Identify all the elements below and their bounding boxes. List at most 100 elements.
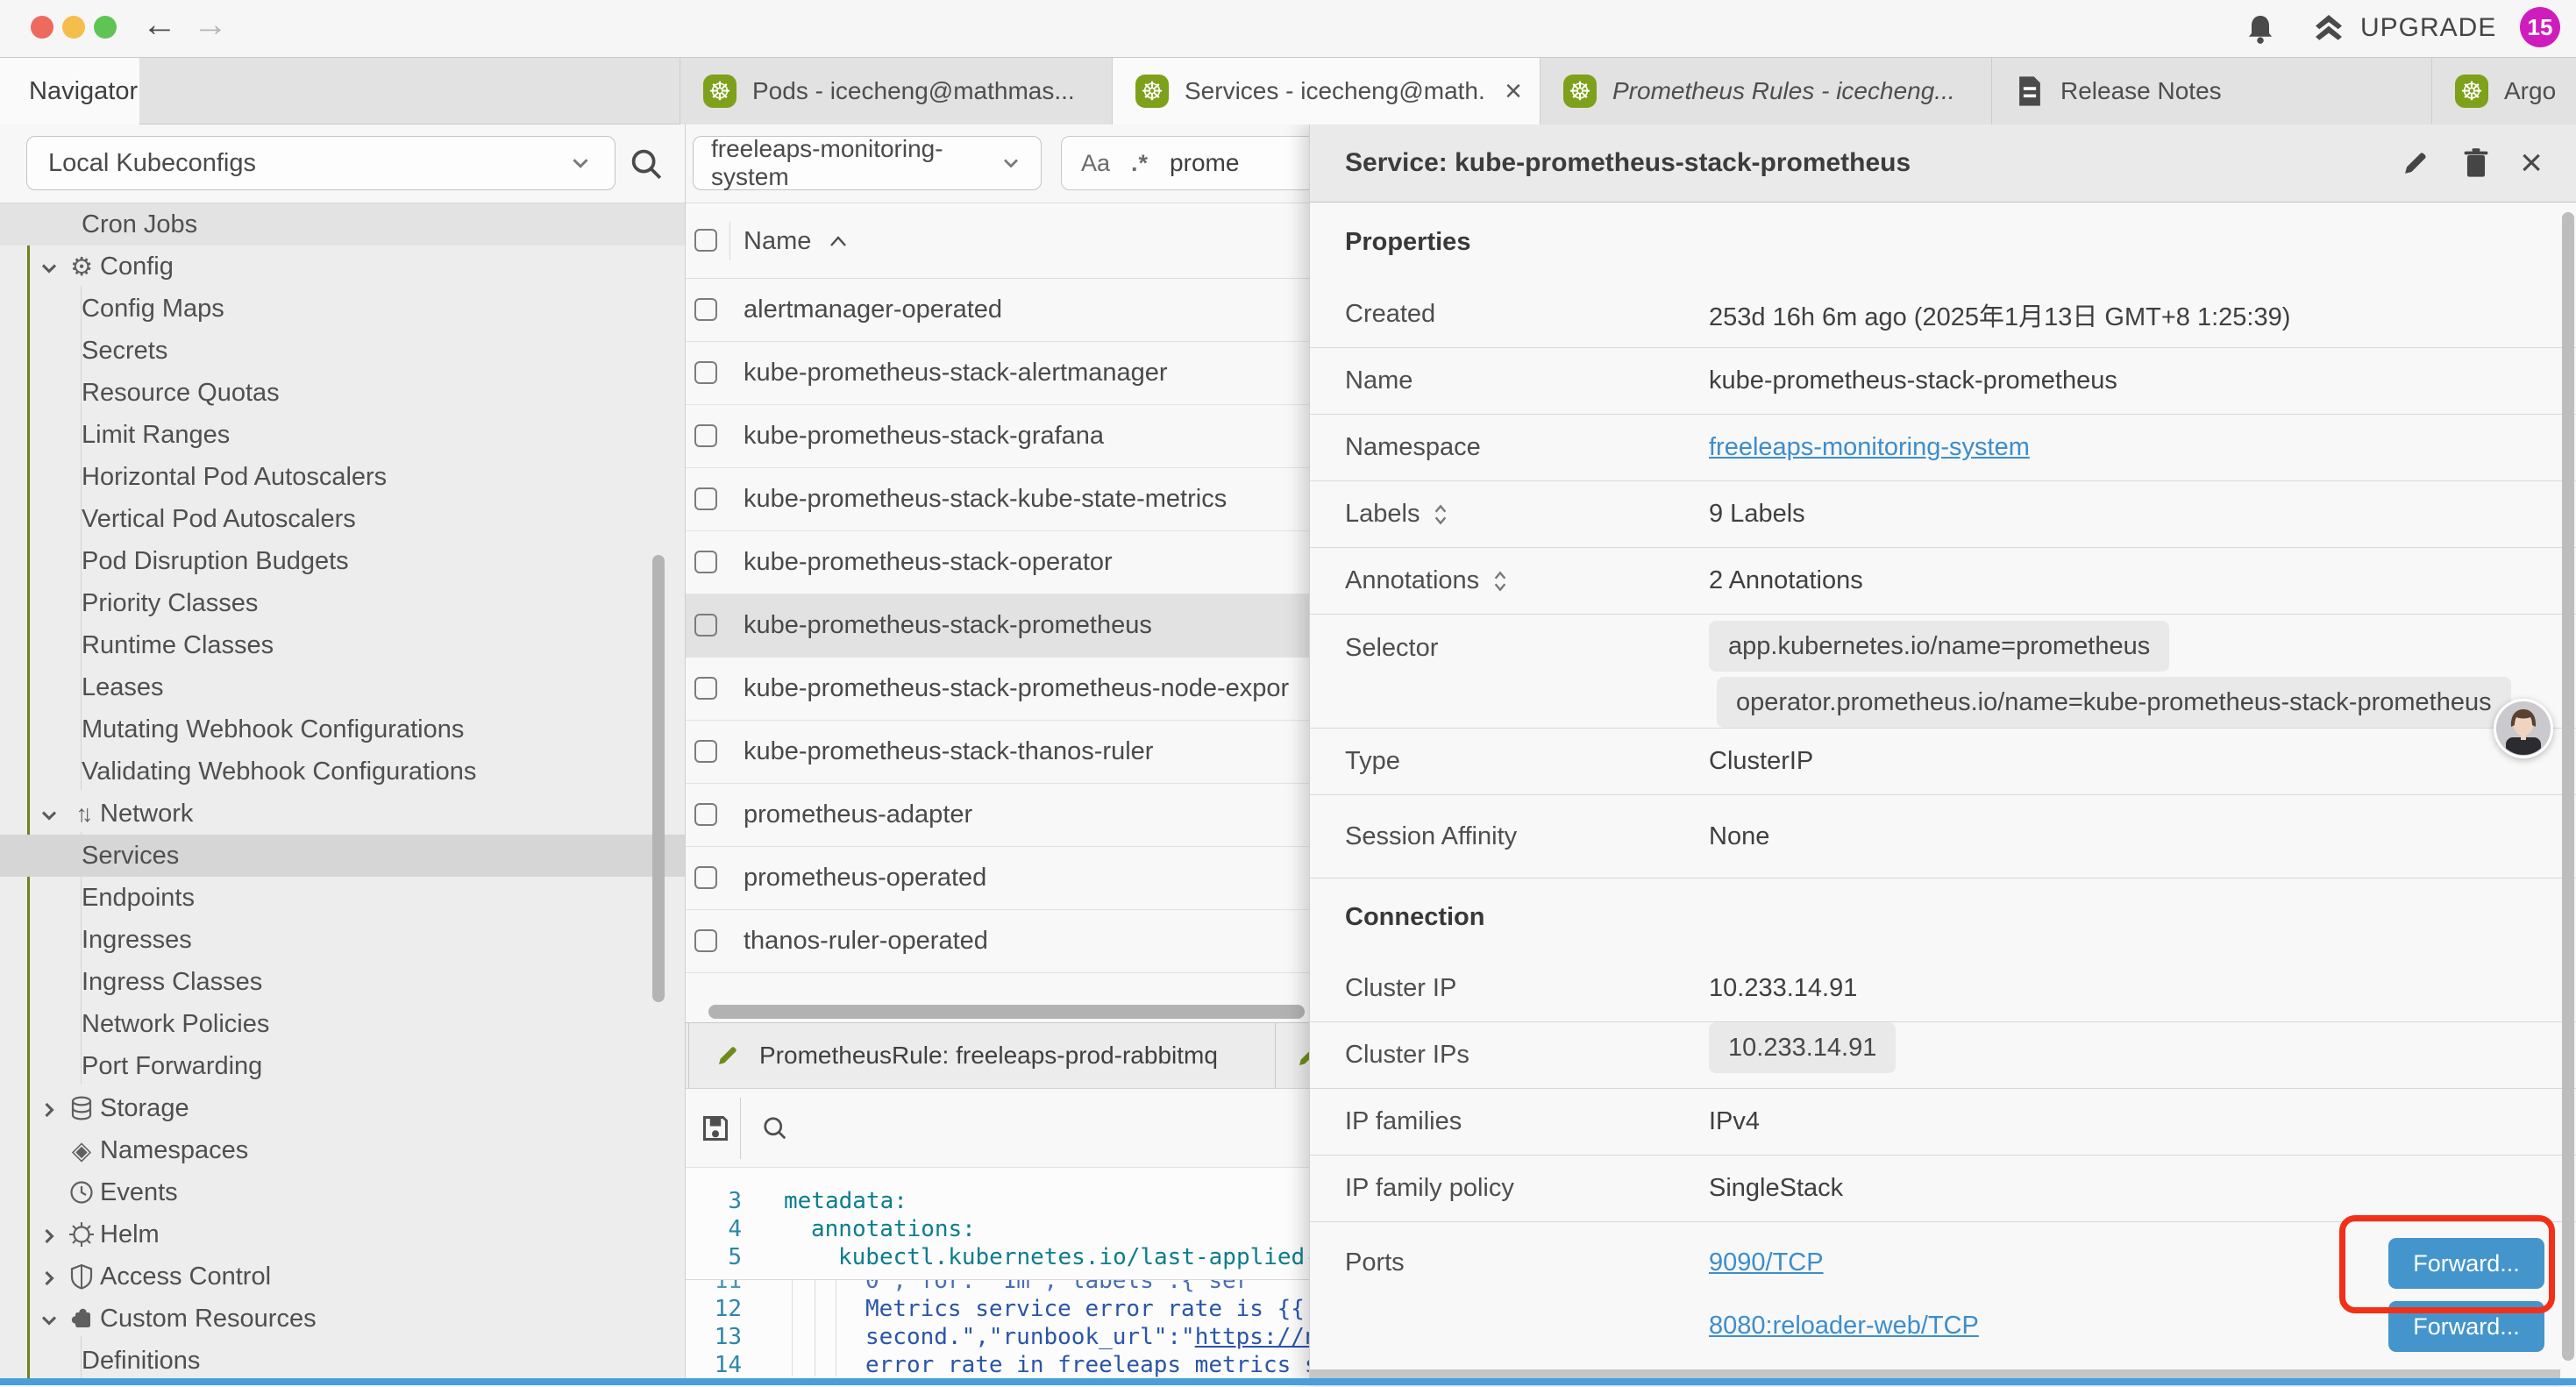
save-icon[interactable] — [698, 1111, 733, 1146]
sidebar-item-label: Helm — [100, 1220, 160, 1249]
row-checkbox[interactable] — [694, 361, 717, 384]
tab-services-icecheng-math[interactable]: ☸Services - icecheng@math...× — [1112, 58, 1540, 124]
close-window-button[interactable] — [31, 16, 53, 39]
kubeconfig-context-select[interactable]: Local Kubeconfigs — [26, 136, 616, 190]
dock-tab-partial[interactable] — [1277, 1023, 1309, 1088]
code-text: metadata: — [784, 1188, 907, 1214]
sidebar-item-pod-disruption-budgets[interactable]: Pod Disruption Budgets — [0, 540, 685, 582]
table-row-kube-prometheus-stack-prometheus[interactable]: kube-prometheus-stack-prometheus — [686, 594, 1309, 658]
sidebar-item-config-maps[interactable]: Config Maps — [0, 288, 685, 330]
code-link[interactable]: https://net — [1195, 1324, 1309, 1350]
sidebar-item-priority-classes[interactable]: Priority Classes — [0, 582, 685, 624]
row-checkbox[interactable] — [694, 740, 717, 763]
row-checkbox[interactable] — [694, 866, 717, 889]
chevron-right-icon[interactable] — [37, 1266, 61, 1291]
table-row-thanos-ruler-operated[interactable]: thanos-ruler-operated — [686, 910, 1309, 973]
sidebar-item-services[interactable]: Services — [0, 835, 685, 877]
table-row-kube-prometheus-stack-grafana[interactable]: kube-prometheus-stack-grafana — [686, 405, 1309, 468]
sidebar-item-vertical-pod-autoscalers[interactable]: Vertical Pod Autoscalers — [0, 498, 685, 540]
list-search-input[interactable]: Aa .* prome — [1061, 136, 1309, 190]
tab-pods-icecheng-mathmas[interactable]: ☸Pods - icecheng@mathmas... — [680, 58, 1112, 124]
sidebar-item-ingress-classes[interactable]: Ingress Classes — [0, 961, 685, 1003]
sidebar-item-network-policies[interactable]: Network Policies — [0, 1003, 685, 1045]
close-icon[interactable]: × — [2520, 144, 2543, 182]
match-case-icon[interactable]: Aa — [1081, 150, 1110, 177]
clipped-line-wrap: 110", for: "1m", labels :{ ser — [686, 1280, 1309, 1295]
panel-hscrollbar[interactable] — [1310, 1369, 2560, 1378]
back-arrow-icon[interactable]: ← — [142, 5, 177, 45]
sidebar-item-cron-jobs[interactable]: Cron Jobs — [0, 203, 685, 245]
namespace-link[interactable]: freeleaps-monitoring-system — [1709, 433, 2030, 462]
row-checkbox[interactable] — [694, 803, 717, 826]
table-row-kube-prometheus-stack-operator[interactable]: kube-prometheus-stack-operator — [686, 531, 1309, 594]
table-row-kube-prometheus-stack-thanos-ruler[interactable]: kube-prometheus-stack-thanos-ruler — [686, 721, 1309, 784]
panel-scrollbar-thumb[interactable] — [2562, 212, 2574, 1361]
sidebar-scrollbar-thumb[interactable] — [652, 555, 665, 1002]
sidebar-item-namespaces[interactable]: ◈Namespaces — [0, 1129, 685, 1171]
sidebar-item-network[interactable]: ↑↓Network — [0, 793, 685, 835]
chevron-down-icon[interactable] — [37, 256, 61, 281]
sidebar-item-helm[interactable]: Helm — [0, 1213, 685, 1255]
port-link[interactable]: 8080:reloader-web/TCP — [1709, 1312, 1979, 1341]
dock-tab-prometheusrule[interactable]: PrometheusRule: freeleaps-prod-rabbitmq — [688, 1023, 1276, 1088]
table-row-kube-prometheus-stack-prometheus-node-expor[interactable]: kube-prometheus-stack-prometheus-node-ex… — [686, 658, 1309, 721]
edit-pencil-icon[interactable] — [2399, 146, 2432, 180]
sidebar-item-label: Pod Disruption Budgets — [82, 547, 349, 576]
tab-prometheus-rules-icecheng[interactable]: ☸Prometheus Rules - icecheng... — [1540, 58, 1991, 124]
sidebar-item-storage[interactable]: Storage — [0, 1087, 685, 1129]
regex-icon[interactable]: .* — [1131, 150, 1149, 177]
chevron-right-icon[interactable] — [37, 1098, 61, 1122]
detail-label-text: IP families — [1345, 1107, 1462, 1136]
avatar[interactable] — [2494, 699, 2553, 758]
sidebar-item-port-forwarding[interactable]: Port Forwarding — [0, 1045, 685, 1087]
chevron-right-icon[interactable] — [37, 1224, 61, 1248]
name-column-header[interactable]: Name — [744, 203, 848, 279]
row-checkbox[interactable] — [694, 487, 717, 510]
sidebar-item-horizontal-pod-autoscalers[interactable]: Horizontal Pod Autoscalers — [0, 456, 685, 498]
row-checkbox[interactable] — [694, 424, 717, 447]
bell-icon[interactable] — [2243, 11, 2278, 46]
chevron-down-icon[interactable] — [37, 803, 61, 828]
minimize-window-button[interactable] — [62, 16, 85, 39]
tab-release-notes[interactable]: Release Notes — [1991, 58, 2431, 124]
tab-close-icon[interactable]: × — [1505, 75, 1522, 109]
table-row-kube-prometheus-stack-alertmanager[interactable]: kube-prometheus-stack-alertmanager — [686, 342, 1309, 405]
sidebar-item-resource-quotas[interactable]: Resource Quotas — [0, 372, 685, 414]
sidebar-item-endpoints[interactable]: Endpoints — [0, 877, 685, 919]
forward-arrow-icon[interactable]: → — [193, 5, 228, 45]
select-all-checkbox[interactable] — [694, 229, 717, 252]
row-checkbox[interactable] — [694, 929, 717, 952]
chevron-down-icon[interactable] — [37, 1308, 61, 1333]
sidebar-item-runtime-classes[interactable]: Runtime Classes — [0, 624, 685, 666]
sidebar-search-icon[interactable] — [626, 144, 666, 184]
sidebar-item-access-control[interactable]: Access Control — [0, 1255, 685, 1298]
row-checkbox[interactable] — [694, 551, 717, 573]
row-checkbox[interactable] — [694, 614, 717, 637]
upgrade-button[interactable]: UPGRADE — [2311, 11, 2496, 46]
maximize-window-button[interactable] — [94, 16, 117, 39]
list-hscrollbar-thumb[interactable] — [708, 1005, 1305, 1019]
sidebar-item-config[interactable]: ⚙Config — [0, 245, 685, 288]
sidebar-item-leases[interactable]: Leases — [0, 666, 685, 708]
sidebar-item-ingresses[interactable]: Ingresses — [0, 919, 685, 961]
table-row-prometheus-adapter[interactable]: prometheus-adapter — [686, 784, 1309, 847]
notification-badge[interactable]: 15 — [2520, 7, 2560, 47]
table-row-prometheus-operated[interactable]: prometheus-operated — [686, 847, 1309, 910]
yaml-editor[interactable]: 3metadata:4annotations:5kubectl.kubernet… — [686, 1168, 1309, 1385]
port-link[interactable]: 9090/TCP — [1709, 1248, 1824, 1277]
sidebar-item-mutating-webhook-configurations[interactable]: Mutating Webhook Configurations — [0, 708, 685, 750]
sidebar-item-events[interactable]: Events — [0, 1171, 685, 1213]
sidebar-item-definitions[interactable]: Definitions — [0, 1340, 685, 1382]
sidebar-item-secrets[interactable]: Secrets — [0, 330, 685, 372]
table-row-kube-prometheus-stack-kube-state-metrics[interactable]: kube-prometheus-stack-kube-state-metrics — [686, 468, 1309, 531]
tab-argo-se[interactable]: ☸Argo Se — [2431, 58, 2576, 124]
editor-search-icon[interactable] — [759, 1113, 791, 1144]
namespace-select[interactable]: freeleaps-monitoring-system — [693, 136, 1042, 190]
row-checkbox[interactable] — [694, 298, 717, 321]
sidebar-item-custom-resources[interactable]: Custom Resources — [0, 1298, 685, 1340]
trash-icon[interactable] — [2460, 146, 2492, 180]
row-checkbox[interactable] — [694, 677, 717, 700]
sidebar-item-limit-ranges[interactable]: Limit Ranges — [0, 414, 685, 456]
table-row-alertmanager-operated[interactable]: alertmanager-operated — [686, 279, 1309, 342]
sidebar-item-validating-webhook-configurations[interactable]: Validating Webhook Configurations — [0, 750, 685, 793]
